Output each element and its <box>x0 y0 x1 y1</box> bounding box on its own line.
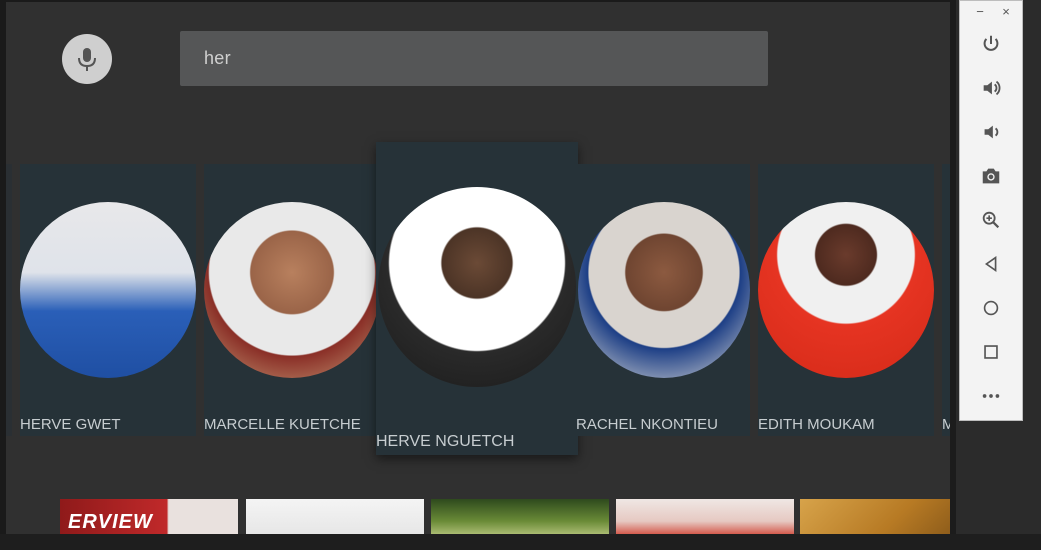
person-name: EDITH MOUKAM <box>758 416 875 433</box>
overview-icon <box>984 345 998 359</box>
volume-up-button[interactable] <box>976 73 1006 103</box>
power-button[interactable] <box>976 29 1006 59</box>
video-thumbnail[interactable]: ERVIEW <box>60 499 238 534</box>
volume-down-icon <box>984 125 999 139</box>
person-card-partial-left[interactable] <box>6 164 12 436</box>
screen-border <box>950 0 956 550</box>
person-name: MARCELLE KUETCHE <box>204 416 361 433</box>
person-card[interactable]: EDITH MOUKAM <box>758 164 934 436</box>
search-query-text: her <box>204 48 231 68</box>
power-icon <box>983 35 999 51</box>
search-input[interactable]: her <box>180 31 768 86</box>
close-button[interactable]: × <box>998 3 1014 19</box>
zoom-icon <box>982 211 1000 229</box>
person-card-partial-right[interactable]: M <box>942 164 950 436</box>
back-button[interactable] <box>976 249 1006 279</box>
video-thumbnail[interactable] <box>431 499 609 534</box>
video-thumbnail[interactable] <box>800 499 950 534</box>
video-thumbnail[interactable] <box>616 499 794 534</box>
voice-search-button[interactable] <box>62 34 112 84</box>
camera-icon <box>982 168 1000 184</box>
home-button[interactable] <box>976 293 1006 323</box>
emulator-toolbar: − × <box>959 0 1023 421</box>
person-name: HERVE NGUETCH <box>376 433 515 450</box>
person-name: RACHEL NKONTIEU <box>576 416 718 433</box>
person-name: HERVE GWET <box>20 416 121 433</box>
person-avatar <box>204 202 380 378</box>
screenshot-button[interactable] <box>976 161 1006 191</box>
thumbnail-text: ERVIEW <box>68 511 153 533</box>
volume-down-button[interactable] <box>976 117 1006 147</box>
more-button[interactable] <box>976 381 1006 411</box>
person-avatar <box>20 202 196 378</box>
person-card[interactable]: RACHEL NKONTIEU <box>576 164 750 436</box>
back-icon <box>984 255 997 273</box>
volume-up-icon <box>983 80 1001 96</box>
person-avatar <box>758 202 934 378</box>
more-icon <box>982 394 1000 398</box>
microphone-icon <box>78 48 96 71</box>
person-card[interactable]: HERVE GWET <box>20 164 196 436</box>
person-avatar <box>578 202 750 378</box>
overview-button[interactable] <box>976 337 1006 367</box>
person-card[interactable]: MARCELLE KUETCHE <box>204 164 380 436</box>
emulator-screen: her HERVE GWET MARCELLE KUETCHE HERVE NG… <box>0 0 950 534</box>
video-thumbnail[interactable] <box>246 499 424 534</box>
home-icon <box>983 300 999 316</box>
person-name: M <box>942 416 950 434</box>
minimize-button[interactable]: − <box>972 3 988 19</box>
person-avatar <box>378 187 576 387</box>
person-card-focused[interactable]: HERVE NGUETCH <box>376 142 578 455</box>
zoom-button[interactable] <box>976 205 1006 235</box>
screen-bottom-border <box>0 534 1041 550</box>
